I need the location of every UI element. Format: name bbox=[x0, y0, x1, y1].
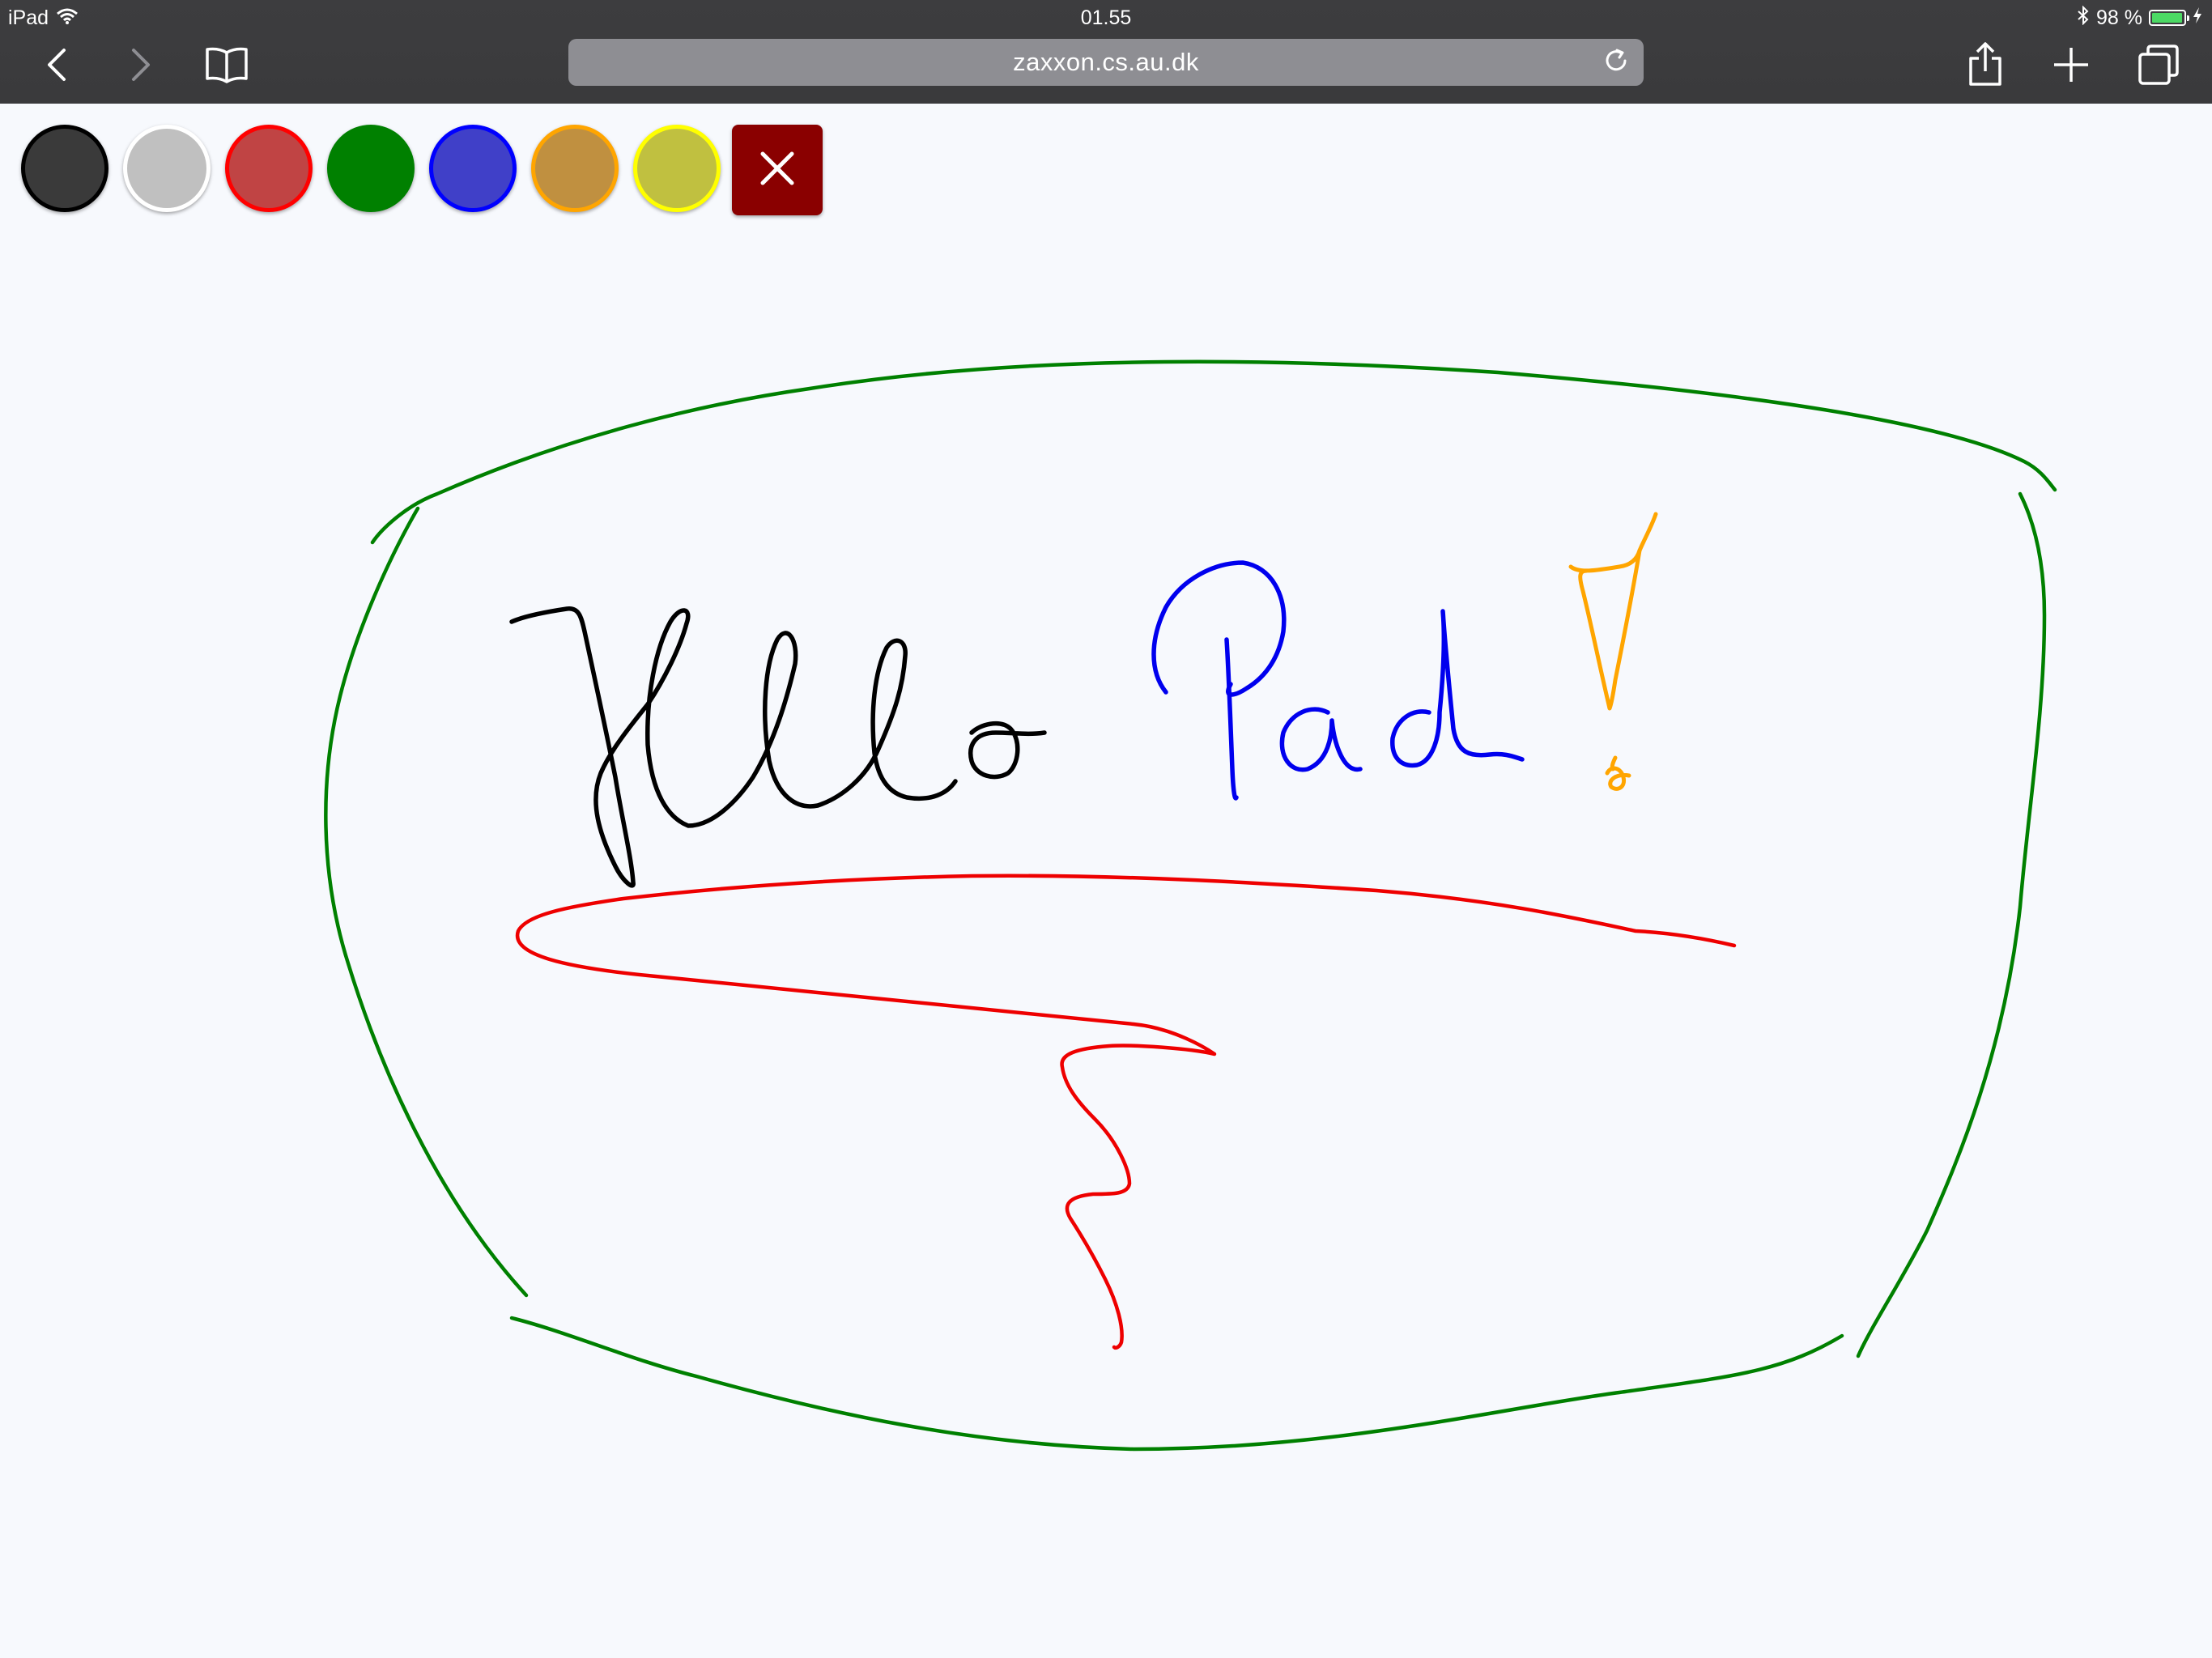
plus-icon bbox=[2052, 45, 2091, 84]
reload-button[interactable] bbox=[1600, 46, 1632, 79]
address-bar[interactable]: zaxxon.cs.au.dk bbox=[568, 39, 1644, 86]
new-tab-button[interactable] bbox=[2045, 39, 2097, 91]
tabs-button[interactable] bbox=[2133, 39, 2184, 91]
browser-chrome: iPad 01.55 98 % zaxxon.cs.au.dk bbox=[0, 0, 2212, 104]
stroke-hello bbox=[509, 606, 1047, 888]
color-swatch-black[interactable] bbox=[21, 125, 108, 212]
url-text: zaxxon.cs.au.dk bbox=[1013, 48, 1199, 76]
color-swatch-green[interactable] bbox=[327, 125, 415, 212]
bluetooth-icon bbox=[2077, 5, 2090, 31]
chevron-left-icon bbox=[45, 48, 69, 82]
battery-percent: 98 % bbox=[2096, 6, 2142, 29]
share-button[interactable] bbox=[1959, 39, 2011, 91]
color-swatch-blue[interactable] bbox=[429, 125, 517, 212]
stroke-pad bbox=[1151, 560, 1525, 801]
stroke-red bbox=[515, 874, 1737, 1350]
color-swatch-orange[interactable] bbox=[531, 125, 619, 212]
tabs-icon bbox=[2138, 44, 2180, 86]
status-time: 01.55 bbox=[1080, 6, 1132, 29]
bookmarks-button[interactable] bbox=[201, 39, 253, 91]
color-swatch-red[interactable] bbox=[225, 125, 313, 212]
close-icon bbox=[758, 149, 797, 192]
charging-icon bbox=[2193, 6, 2202, 30]
back-button[interactable] bbox=[31, 39, 83, 91]
drawing-canvas[interactable] bbox=[0, 104, 2212, 1658]
clear-button[interactable] bbox=[732, 125, 823, 215]
forward-button[interactable] bbox=[115, 39, 167, 91]
status-right: 98 % bbox=[2077, 5, 2202, 31]
stroke-exclamation bbox=[1568, 512, 1658, 791]
reload-icon bbox=[1603, 48, 1629, 78]
color-swatch-yellow[interactable] bbox=[633, 125, 721, 212]
battery-icon bbox=[2149, 10, 2189, 26]
color-swatch-gray[interactable] bbox=[123, 125, 211, 212]
battery-level bbox=[2152, 13, 2183, 23]
book-icon bbox=[204, 46, 249, 83]
share-icon bbox=[1967, 42, 2003, 87]
chevron-right-icon bbox=[129, 48, 153, 82]
